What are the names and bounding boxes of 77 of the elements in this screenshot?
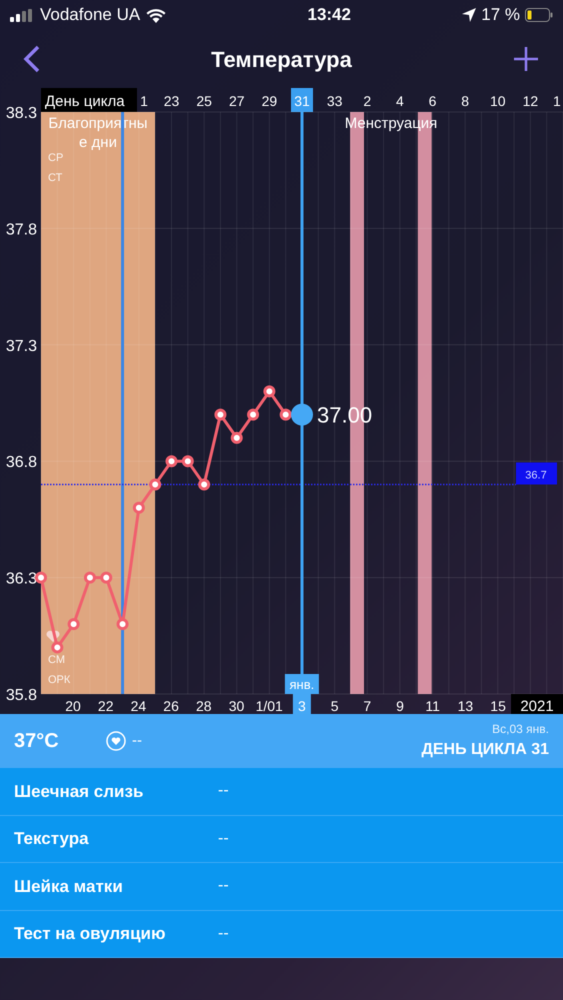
battery-icon [525, 8, 553, 22]
y-tick-label: 37.3 [6, 338, 37, 355]
cycle-day-label[interactable]: 27 [228, 93, 245, 109]
detail-value: -- [218, 924, 229, 944]
data-point[interactable] [247, 408, 260, 421]
data-point[interactable] [166, 455, 178, 468]
data-point[interactable] [230, 432, 243, 444]
detail-label: Шейка матки [14, 876, 124, 898]
carrier-name: Vodafone UA [40, 4, 140, 26]
heart-icon [46, 630, 60, 642]
year-tag: 2021 [511, 694, 563, 714]
cycle-day-label[interactable]: 25 [196, 93, 212, 109]
detail-label: Текстура [14, 828, 90, 850]
cycle-day-label[interactable]: 12 [522, 93, 538, 109]
clock: 13:42 [307, 4, 351, 26]
date-label[interactable]: 22 [98, 698, 114, 714]
marker-label: СР [48, 152, 64, 164]
mood-value: -- [132, 730, 142, 751]
cycle-day-label[interactable]: 8 [461, 93, 470, 109]
detail-label: Тест на овуляцию [14, 923, 166, 945]
date-label[interactable]: 26 [163, 698, 179, 714]
cycle-day-label[interactable]: 2 [363, 93, 372, 109]
ref-line-label: 36.7 [525, 469, 547, 482]
location-arrow-icon [462, 8, 476, 22]
date-label[interactable]: 20 [65, 698, 81, 714]
cycle-day-label[interactable]: 29 [262, 93, 278, 109]
cycle-day-label[interactable]: 1 [553, 93, 561, 109]
date-label[interactable]: 7 [363, 698, 372, 714]
detail-value: -- [218, 828, 229, 849]
cycle-day-label[interactable]: 4 [396, 93, 404, 109]
date-label[interactable]: 13 [458, 698, 474, 714]
data-point[interactable] [214, 408, 226, 421]
selected-point[interactable] [291, 404, 313, 426]
back-chevron-icon [22, 44, 42, 74]
cycle-day-label[interactable]: 10 [490, 93, 506, 109]
detail-label: Шеечная слизь [14, 780, 144, 802]
marker-label: СМ [48, 654, 65, 666]
y-tick-label: 36.3 [6, 570, 37, 588]
date-label[interactable]: 5 [330, 698, 338, 714]
marker-label: СТ [48, 172, 62, 184]
month-tag: янв. [284, 674, 319, 694]
wifi-icon [146, 8, 166, 22]
temperature-value: 37°C [14, 729, 60, 754]
y-tick-label: 38.3 [6, 105, 37, 122]
y-tick-label: 35.8 [6, 687, 37, 704]
date-label[interactable]: 1/01 [256, 698, 283, 714]
reference-tag: 36.7 [516, 462, 557, 484]
signal-icon [10, 8, 34, 22]
cycle-day-label[interactable]: 33 [326, 93, 342, 109]
corner-tag: День цикла [41, 88, 137, 112]
date-label[interactable]: 9 [396, 698, 404, 714]
heart-circle-icon [106, 731, 126, 751]
selected-date: Вс,03 янв. [492, 721, 549, 738]
data-point[interactable] [280, 408, 292, 421]
y-tick-label: 37.8 [6, 221, 37, 238]
cycle-day-label[interactable]: 23 [164, 93, 180, 109]
data-point[interactable] [149, 478, 162, 490]
detail-value: -- [218, 876, 229, 896]
data-point[interactable] [263, 385, 276, 398]
battery-percent: 17 % [481, 4, 520, 26]
page-title: Температура [211, 46, 352, 74]
y-tick-label: 36.8 [6, 454, 37, 472]
date-label[interactable]: 30 [228, 698, 244, 714]
marker-label: ОРК [48, 674, 70, 686]
cycle-day-label[interactable]: 1 [140, 93, 148, 109]
date-label[interactable]: 11 [425, 698, 440, 714]
date-label[interactable]: 24 [130, 698, 146, 714]
date-label[interactable]: 28 [196, 698, 212, 714]
data-point[interactable] [35, 572, 47, 584]
cycle-day: ДЕНЬ ЦИКЛА 31 [421, 738, 549, 762]
detail-value: -- [218, 781, 229, 802]
data-point[interactable] [182, 455, 194, 468]
x-tick-label: 31 [294, 93, 310, 109]
data-point[interactable] [198, 478, 210, 490]
plus-icon [512, 46, 539, 72]
cycle-day-label[interactable]: 6 [428, 93, 436, 109]
date-label[interactable]: 15 [490, 698, 506, 714]
